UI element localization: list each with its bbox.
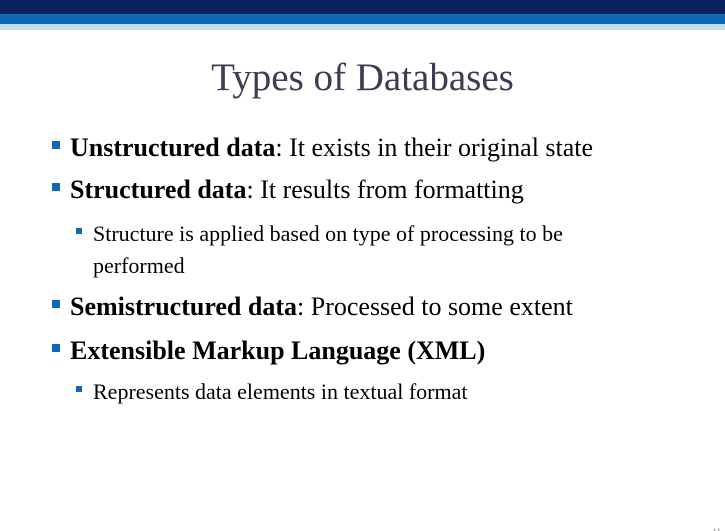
- slide-number: 11: [712, 527, 721, 531]
- bullet-text: Semistructured data: Processed to some e…: [70, 292, 573, 322]
- square-bullet-icon: [76, 228, 82, 234]
- square-bullet-icon: [52, 183, 60, 191]
- bullet-term: Unstructured data: [70, 133, 276, 162]
- bullet-description: : It exists in their original state: [275, 133, 594, 162]
- square-bullet-icon: [52, 300, 60, 308]
- bullet-description: : Processed to some extent: [297, 292, 573, 321]
- slide: { "slide": { "title": "Types of Database…: [0, 0, 725, 531]
- bullet-text: Unstructured data: It exists in their or…: [70, 133, 593, 163]
- sub-bullet-text-line-2: performed: [93, 253, 185, 278]
- bullet-term: Structured data: [70, 175, 247, 204]
- square-bullet-icon: [52, 344, 60, 352]
- bullet-term: Extensible Markup Language (XML): [70, 336, 486, 365]
- bullet-term: Semistructured data: [70, 292, 298, 321]
- sub-bullet-text: Represents data elements in textual form…: [93, 379, 468, 404]
- bullet-text: Structured data: It results from formatt…: [70, 175, 524, 205]
- bullet-list: Unstructured data: It exists in their or…: [0, 0, 725, 531]
- square-bullet-icon: [76, 386, 82, 392]
- bullet-text: Extensible Markup Language (XML): [70, 336, 485, 366]
- sub-bullet-text-line-1: Structure is applied based on type of pr…: [93, 221, 563, 246]
- bullet-description: : It results from formatting: [246, 175, 524, 204]
- square-bullet-icon: [52, 141, 60, 149]
